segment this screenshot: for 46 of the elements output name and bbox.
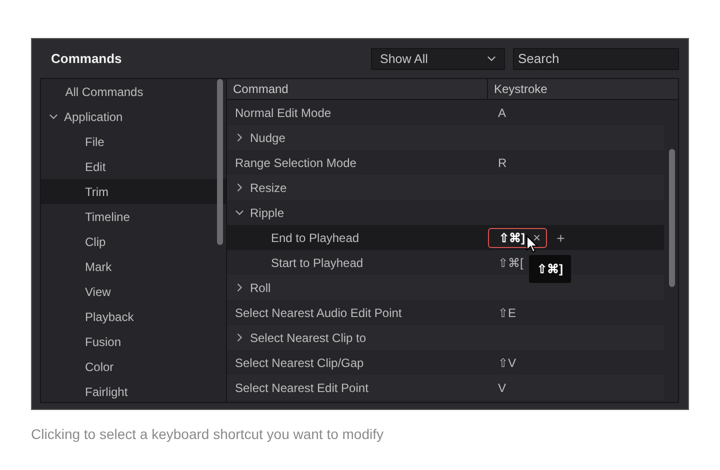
- command-name: Start to Playhead: [271, 256, 364, 270]
- sidebar-item[interactable]: Application: [41, 104, 226, 129]
- column-header[interactable]: Command: [227, 82, 487, 96]
- command-name: End to Playhead: [271, 230, 360, 244]
- sidebar-item[interactable]: Fairlight: [41, 379, 226, 404]
- command-name: Select Nearest Audio Edit Point: [235, 306, 402, 320]
- command-name: Select Nearest Clip/Gap: [235, 356, 364, 370]
- command-row[interactable]: Select Nearest Clip to: [227, 325, 664, 350]
- sidebar-item[interactable]: Timeline: [41, 204, 226, 229]
- tooltip: ⇧⌘]: [529, 255, 571, 283]
- command-name: Roll: [250, 280, 271, 294]
- sidebar-item[interactable]: View: [41, 279, 226, 304]
- keystroke: V: [497, 380, 506, 394]
- sidebar-item[interactable]: Clip: [41, 229, 226, 254]
- command-row[interactable]: Select Nearest Edit Point V: [227, 375, 664, 400]
- keystroke: ⇧V: [497, 356, 516, 370]
- keystroke: ⇧E: [497, 306, 516, 320]
- filter-dropdown[interactable]: Show All: [371, 48, 505, 70]
- command-row[interactable]: Nudge: [227, 125, 664, 150]
- sidebar-item[interactable]: Mark: [41, 254, 226, 279]
- keystroke: A: [497, 106, 506, 120]
- add-button[interactable]: +: [556, 230, 565, 246]
- command-row[interactable]: End to Playhead ⇧⌘] × +: [227, 225, 664, 250]
- command-name: Nudge: [250, 130, 286, 144]
- shortcut-edit-field[interactable]: ⇧⌘] ×: [488, 228, 547, 248]
- command-name: Select Nearest Clip to: [250, 330, 366, 344]
- window-title: Commands: [50, 51, 123, 66]
- caption: Clicking to select a keyboard shortcut you want to modify: [31, 426, 385, 442]
- command-name: Resize: [250, 180, 287, 194]
- command-name: Select Nearest Edit Point: [235, 380, 368, 394]
- keystroke: ⇧⌘[: [497, 256, 524, 270]
- command-name: Normal Edit Mode: [235, 106, 332, 120]
- sidebar-item[interactable]: All Commands: [41, 79, 226, 104]
- sidebar-item[interactable]: Color: [41, 354, 226, 379]
- command-name: Ripple: [250, 206, 284, 220]
- column-header[interactable]: Keystroke: [488, 82, 678, 96]
- command-row[interactable]: Resize: [227, 175, 664, 200]
- sidebar-item[interactable]: Trim: [41, 179, 226, 204]
- keystroke: R: [497, 156, 507, 170]
- command-name: Range Selection Mode: [235, 156, 356, 170]
- sidebar-item[interactable]: Edit: [41, 154, 226, 179]
- sidebar-item[interactable]: Playback: [41, 304, 226, 329]
- sidebar-item[interactable]: File: [41, 129, 226, 154]
- search-field[interactable]: Search: [513, 48, 679, 70]
- command-row[interactable]: Roll: [227, 275, 664, 300]
- sidebar-item[interactable]: Fusion: [41, 329, 226, 354]
